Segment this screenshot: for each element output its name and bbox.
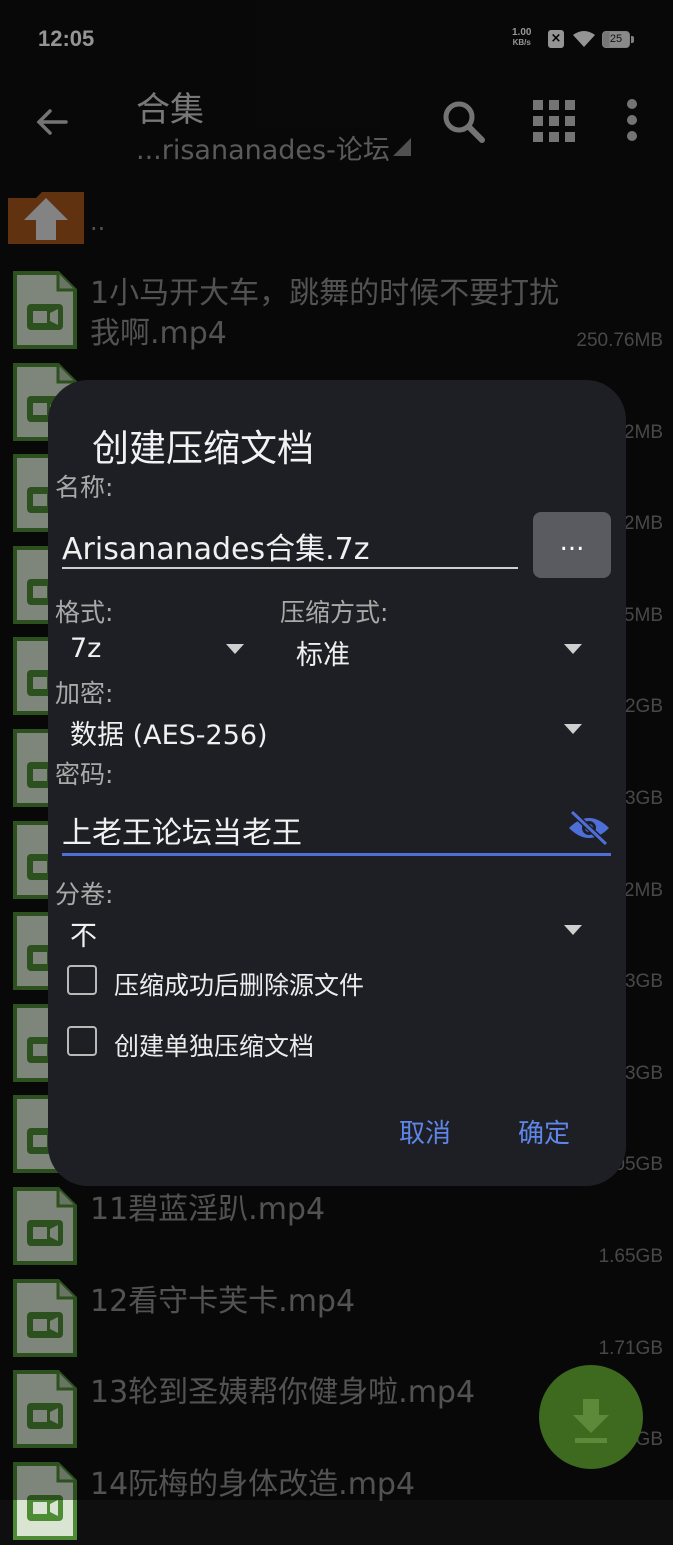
password-label: 密码: — [55, 760, 114, 789]
method-dropdown-icon[interactable] — [564, 644, 582, 654]
split-dropdown-icon[interactable] — [564, 925, 582, 935]
delete-source-checkbox[interactable] — [67, 965, 97, 995]
create-archive-dialog: 创建压缩文档 名称: Arisananades合集.7z ... 格式: 7z … — [48, 380, 626, 1186]
name-label: 名称: — [55, 473, 114, 502]
extract-fab[interactable] — [539, 1365, 643, 1469]
download-icon — [573, 1399, 609, 1443]
name-underline — [62, 567, 518, 569]
cancel-button[interactable]: 取消 — [399, 1113, 451, 1150]
format-select[interactable]: 7z — [70, 633, 101, 664]
split-volume-select[interactable]: 不 — [70, 914, 97, 953]
browse-button[interactable]: ... — [533, 512, 611, 578]
separate-archive-label[interactable]: 创建单独压缩文档 — [114, 1027, 314, 1063]
compression-method-select[interactable]: 标准 — [296, 633, 350, 672]
password-input[interactable]: 上老王论坛当老王 — [62, 808, 302, 852]
encryption-dropdown-icon[interactable] — [564, 724, 582, 734]
encryption-label: 加密: — [55, 679, 114, 708]
password-underline — [62, 853, 611, 856]
compression-method-label: 压缩方式: — [280, 598, 389, 627]
split-volume-label: 分卷: — [55, 880, 114, 909]
visibility-toggle-icon[interactable] — [566, 808, 612, 848]
encryption-select[interactable]: 数据 (AES-256) — [70, 713, 268, 752]
archive-name-input[interactable]: Arisananades合集.7z — [62, 524, 370, 568]
format-dropdown-icon[interactable] — [226, 644, 244, 654]
delete-source-label[interactable]: 压缩成功后删除源文件 — [114, 966, 364, 1002]
format-label: 格式: — [55, 598, 114, 627]
ok-button[interactable]: 确定 — [518, 1113, 570, 1150]
separate-archive-checkbox[interactable] — [67, 1026, 97, 1056]
dialog-title: 创建压缩文档 — [92, 427, 314, 470]
